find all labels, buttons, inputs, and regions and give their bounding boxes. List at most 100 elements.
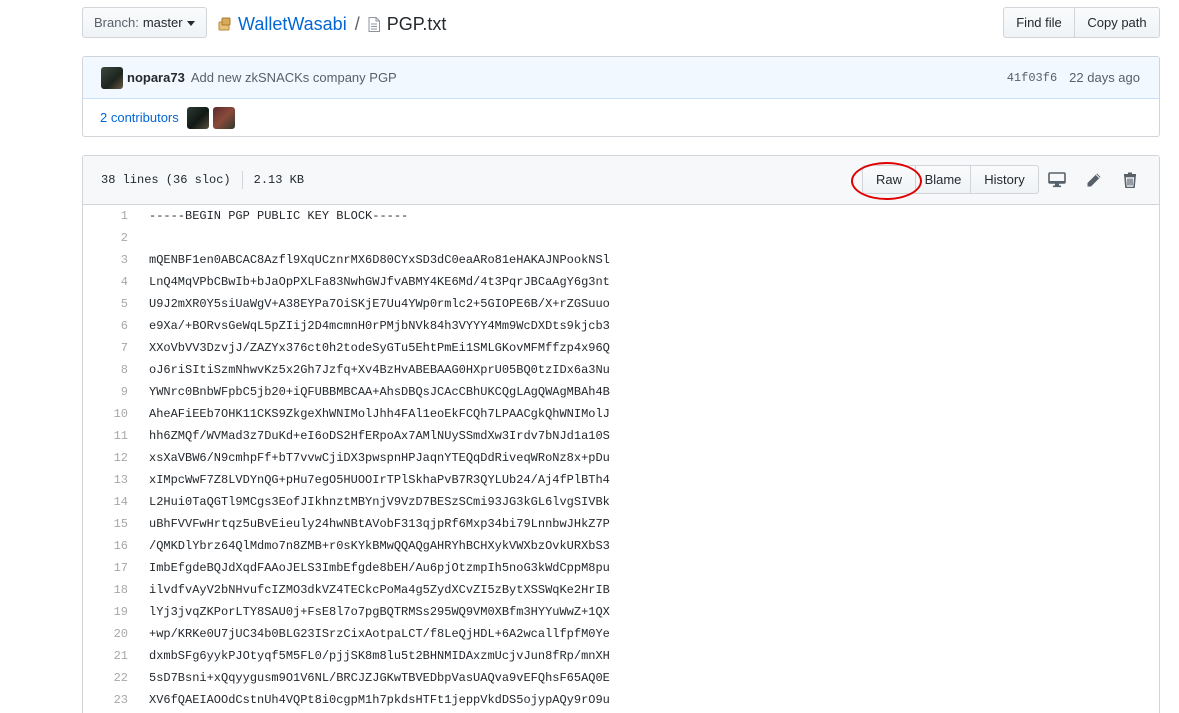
line-number[interactable]: 21 [83,649,128,663]
line-number[interactable]: 8 [83,363,128,377]
line-content: ImbEfgdeBQJdXqdFAAoJELS3ImbEfgde8bEH/Au6… [149,561,610,575]
code-line: 18 ilvdfvAyV2bNHvufcIZMO3dkVZ4TECkcPoMa4g… [83,579,1159,601]
code-line: 4 LnQ4MqVPbCBwIb+bJaOpPXLFa83NwhGWJfvABMY… [83,271,1159,293]
code-line: 13 xIMpcWwF7Z8LVDYnQG+pHu7egO5HUOOIrTPlSk… [83,469,1159,491]
code-line: 10 AheAFiEEb7OHK11CKS9ZkgeXhWNIMolJhh4FAl… [83,403,1159,425]
file-name: PGP.txt [386,13,447,34]
contributor-avatar[interactable] [186,106,209,129]
line-content: /QMKDlYbrz64QlMdmo7n8ZMB+r0sKYkBMwQQAQgA… [149,539,610,553]
caret-down-icon [186,21,195,26]
line-content: -----BEGIN PGP PUBLIC KEY BLOCK----- [149,209,409,223]
contributors-row: 2 contributors [83,99,1159,136]
line-content: lYj3jvqZKPorLTY8SAU0j+FsE8l7o7pgBQTRMSs2… [149,605,610,619]
line-number[interactable]: 18 [83,583,128,597]
code-line: 6 e9Xa/+BORvsGeWqL5pZIij2D4mcmnH0rPMjbNVk… [83,315,1159,337]
line-content: LnQ4MqVPbCBwIb+bJaOpPXLFa83NwhGWJfvABMY4… [149,275,610,289]
line-content: L2Hui0TaQGTl9MCgs3EofJIkhnztMBYnjV9VzD7B… [149,495,610,509]
line-content: 5sD7Bsni+xQqyygusm9O1V6NL/BRCJZJGKwTBVED… [149,671,610,685]
line-content: ilvdfvAyV2bNHvufcIZMO3dkVZ4TECkcPoMa4g5Z… [149,583,610,597]
code-line: 2 [83,227,1159,249]
code-line: 3 mQENBF1en0ABCAC8Azfl9XqUCznrMX6D80CYxSD… [83,249,1159,271]
code-line: 19 lYj3jvqZKPorLTY8SAU0j+FsE8l7o7pgBQTRMS… [83,601,1159,623]
commit-meta: 41f03f6 22 days ago [1007,70,1140,85]
line-number[interactable]: 12 [83,451,128,465]
line-content: e9Xa/+BORvsGeWqL5pZIij2D4mcmnH0rPMjbNVk8… [149,319,610,333]
code-line: 17 ImbEfgdeBQJdXqdFAAoJELS3ImbEfgde8bEH/A… [83,557,1159,579]
file-view-group: Raw Blame History [862,165,1039,194]
line-number[interactable]: 17 [83,561,128,575]
line-content: +wp/KRKe0U7jUC34b0BLG23ISrzCixAotpaLCT/f… [149,627,610,641]
line-number[interactable]: 4 [83,275,128,289]
code-line: 7 XXoVbVV3DzvjJ/ZAZYx376ct0h2todeSyGTu5Eh… [83,337,1159,359]
code-line: 23 XV6fQAEIAOOdCstnUh4VQPt8i0cgpM1h7pkdsH… [83,689,1159,711]
contributors-link[interactable]: 2 contributors [100,110,179,125]
line-content: xIMpcWwF7Z8LVDYnQG+pHu7egO5HUOOIrTPlSkha… [149,473,610,487]
file-actions-group: Find file Copy path [1003,7,1160,38]
line-number[interactable]: 7 [83,341,128,355]
line-content: oJ6riSItiSzmNhwvKz5x2Gh7Jzfq+Xv4BzHvABEB… [149,363,610,377]
line-number[interactable]: 13 [83,473,128,487]
line-number[interactable]: 2 [83,231,128,245]
trash-icon[interactable] [1119,169,1141,191]
code-line: 9 YWNrc0BnbWFpbC5jb20+iQFUBBMBCAA+AhsDBQs… [83,381,1159,403]
pencil-icon[interactable] [1083,169,1105,191]
line-number[interactable]: 19 [83,605,128,619]
line-number[interactable]: 15 [83,517,128,531]
code-line: 11 hh6ZMQf/WVMad3z7DuKd+eI6oDS2HfERpoAx7A… [83,425,1159,447]
code-line: 8 oJ6riSItiSzmNhwvKz5x2Gh7Jzfq+Xv4BzHvABE… [83,359,1159,381]
line-number[interactable]: 11 [83,429,128,443]
commit-author[interactable]: nopara73 [127,70,185,85]
blame-button[interactable]: Blame [916,165,971,194]
branch-select-button[interactable]: Branch: master [82,7,207,38]
line-content: uBhFVVFwHrtqz5uBvEieuly24hwNBtAVobF313qj… [149,517,610,531]
desktop-icon[interactable] [1046,169,1068,191]
line-content: dxmbSFg6yykPJOtyqf5M5FL0/pjjSK8m8lu5t2BH… [149,649,610,663]
code-line: 20 +wp/KRKe0U7jUC34b0BLG23ISrzCixAotpaLCT… [83,623,1159,645]
file-lines-info: 38 lines (36 sloc) [101,173,231,187]
repo-link[interactable]: WalletWasabi [238,14,347,35]
code-line: 22 5sD7Bsni+xQqyygusm9O1V6NL/BRCJZJGKwTBV… [83,667,1159,689]
line-number[interactable]: 16 [83,539,128,553]
latest-commit: nopara73 Add new zkSNACKs company PGP 41… [83,57,1159,99]
code-line: 1 -----BEGIN PGP PUBLIC KEY BLOCK----- [83,205,1159,227]
breadcrumb-separator: / [354,13,360,34]
line-content: AheAFiEEb7OHK11CKS9ZkgeXhWNIMolJhh4FAl1e… [149,407,610,421]
file-size: 2.13 KB [253,173,305,187]
commit-message[interactable]: Add new zkSNACKs company PGP [191,70,397,85]
breadcrumb: WalletWasabi / PGP.txt [218,12,446,36]
line-number[interactable]: 1 [83,209,128,223]
line-content: hh6ZMQf/WVMad3z7DuKd+eI6oDS2HfERpoAx7AMl… [149,429,610,443]
branch-name: master [142,15,183,30]
code-line: 15 uBhFVVFwHrtqz5uBvEieuly24hwNBtAVobF313… [83,513,1159,535]
line-number[interactable]: 5 [83,297,128,311]
line-number[interactable]: 9 [83,385,128,399]
file-viewer: 38 lines (36 sloc) 2.13 KB Raw Blame His… [82,155,1160,713]
code-line: 5 U9J2mXR0Y5siUaWgV+A38EYPa7OiSKjE7Uu4YWp… [83,293,1159,315]
line-number[interactable]: 22 [83,671,128,685]
line-content: xsXaVBW6/N9cmhpFf+bT7vvwCjiDX3pwspnHPJaq… [149,451,610,465]
file-header: 38 lines (36 sloc) 2.13 KB Raw Blame His… [83,156,1159,205]
line-content: XV6fQAEIAOOdCstnUh4VQPt8i0cgpM1h7pkdsHTF… [149,693,610,707]
contributor-avatar[interactable] [212,106,235,129]
commit-sha[interactable]: 41f03f6 [1007,71,1057,85]
find-file-button[interactable]: Find file [1003,7,1075,38]
line-content: XXoVbVV3DzvjJ/ZAZYx376ct0h2todeSyGTu5Eht… [149,341,610,355]
history-button[interactable]: History [971,165,1039,194]
line-number[interactable]: 14 [83,495,128,509]
line-content: U9J2mXR0Y5siUaWgV+A38EYPa7OiSKjE7Uu4YWp0… [149,297,610,311]
code-line: 16/QMKDlYbrz64QlMdmo7n8ZMB+r0sKYkBMwQQAQ… [83,535,1159,557]
line-number[interactable]: 23 [83,693,128,707]
line-number[interactable]: 20 [83,627,128,641]
file-icon [368,16,380,32]
code-line: 12 xsXaVBW6/N9cmhpFf+bT7vvwCjiDX3pwspnHPJ… [83,447,1159,469]
line-number[interactable]: 3 [83,253,128,267]
line-number[interactable]: 6 [83,319,128,333]
raw-button[interactable]: Raw [862,165,916,194]
code-line: 14 L2Hui0TaQGTl9MCgs3EofJIkhnztMBYnjV9VzD… [83,491,1159,513]
code-view: 1 -----BEGIN PGP PUBLIC KEY BLOCK----- 2 3 m… [83,205,1159,711]
author-avatar[interactable] [101,66,123,89]
line-number[interactable]: 10 [83,407,128,421]
copy-path-button[interactable]: Copy path [1075,7,1160,38]
line-content: YWNrc0BnbWFpbC5jb20+iQFUBBMBCAA+AhsDBQsJ… [149,385,610,399]
line-content: mQENBF1en0ABCAC8Azfl9XqUCznrMX6D80CYxSD3… [149,253,610,267]
